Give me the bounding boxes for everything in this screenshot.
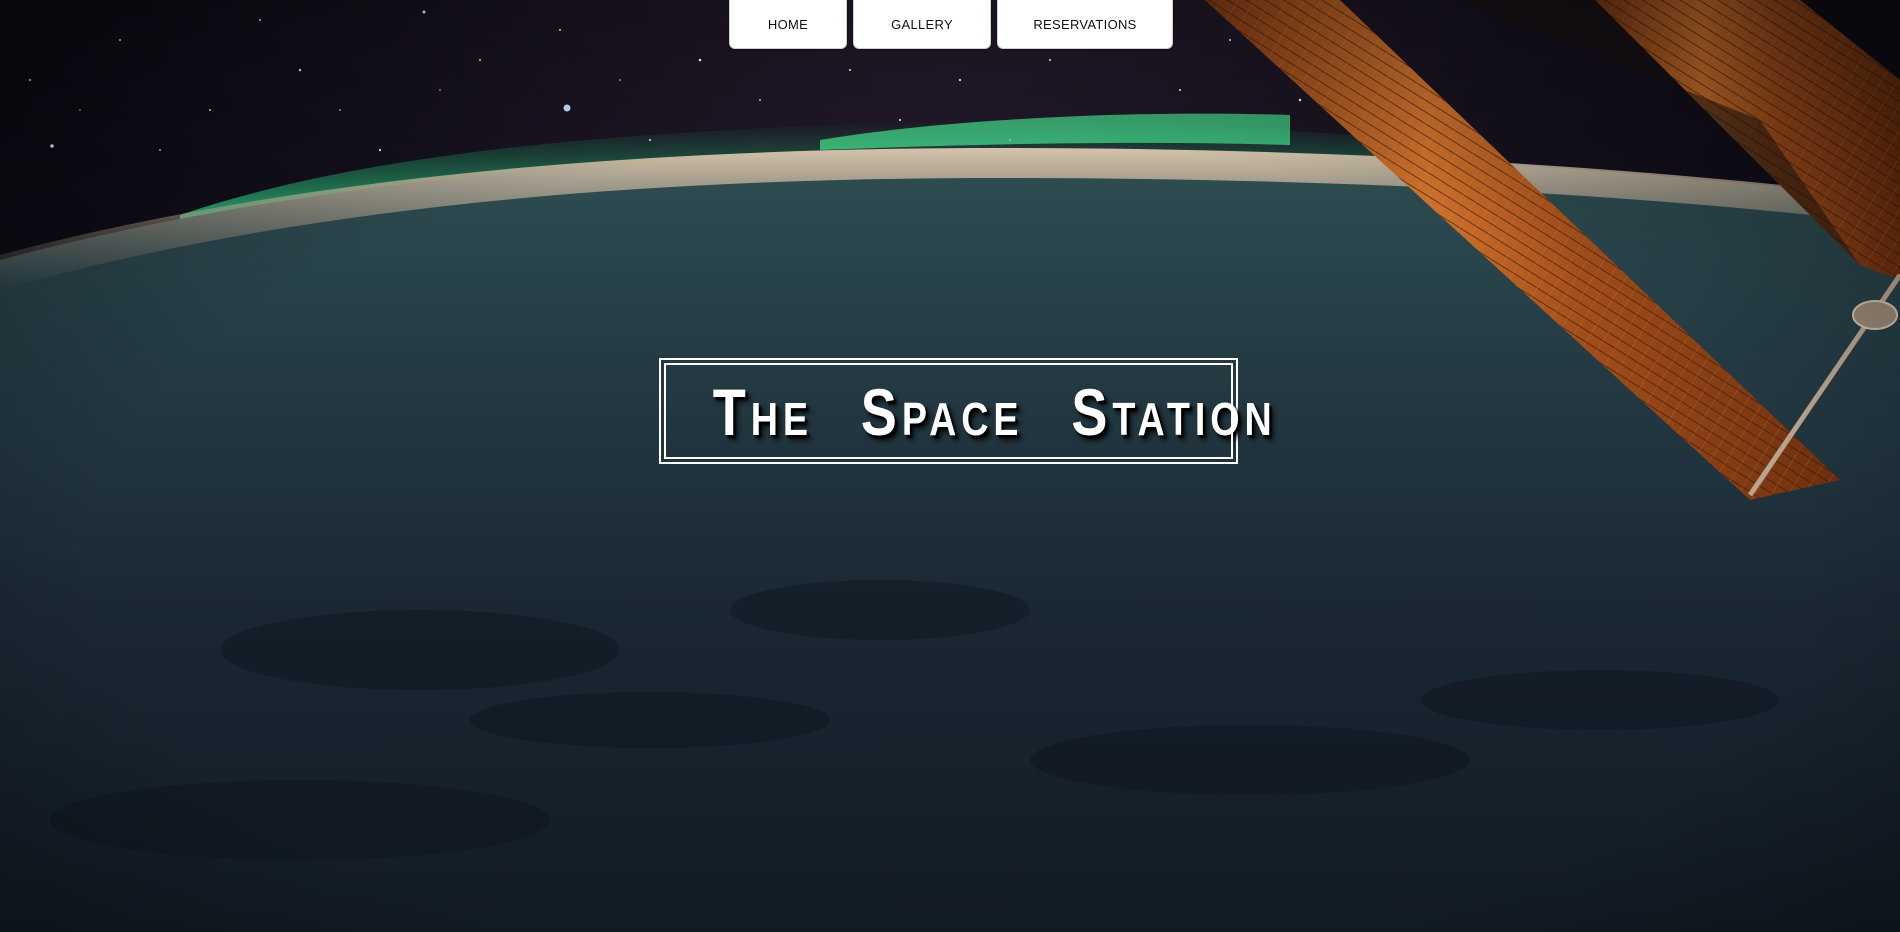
nav-gallery-button[interactable]: GALLERY [853,0,991,49]
nav-reservations-button[interactable]: RESERVATIONS [997,0,1173,49]
main-navigation: HOME GALLERY RESERVATIONS [729,0,1173,49]
earth-orbit-background-image [0,0,1900,932]
nav-home-button[interactable]: HOME [729,0,847,49]
hero-title-frame: The Space Station [659,358,1277,464]
page: HOME GALLERY RESERVATIONS The Space Stat… [0,0,1900,932]
page-title: The Space Station [712,375,1277,449]
